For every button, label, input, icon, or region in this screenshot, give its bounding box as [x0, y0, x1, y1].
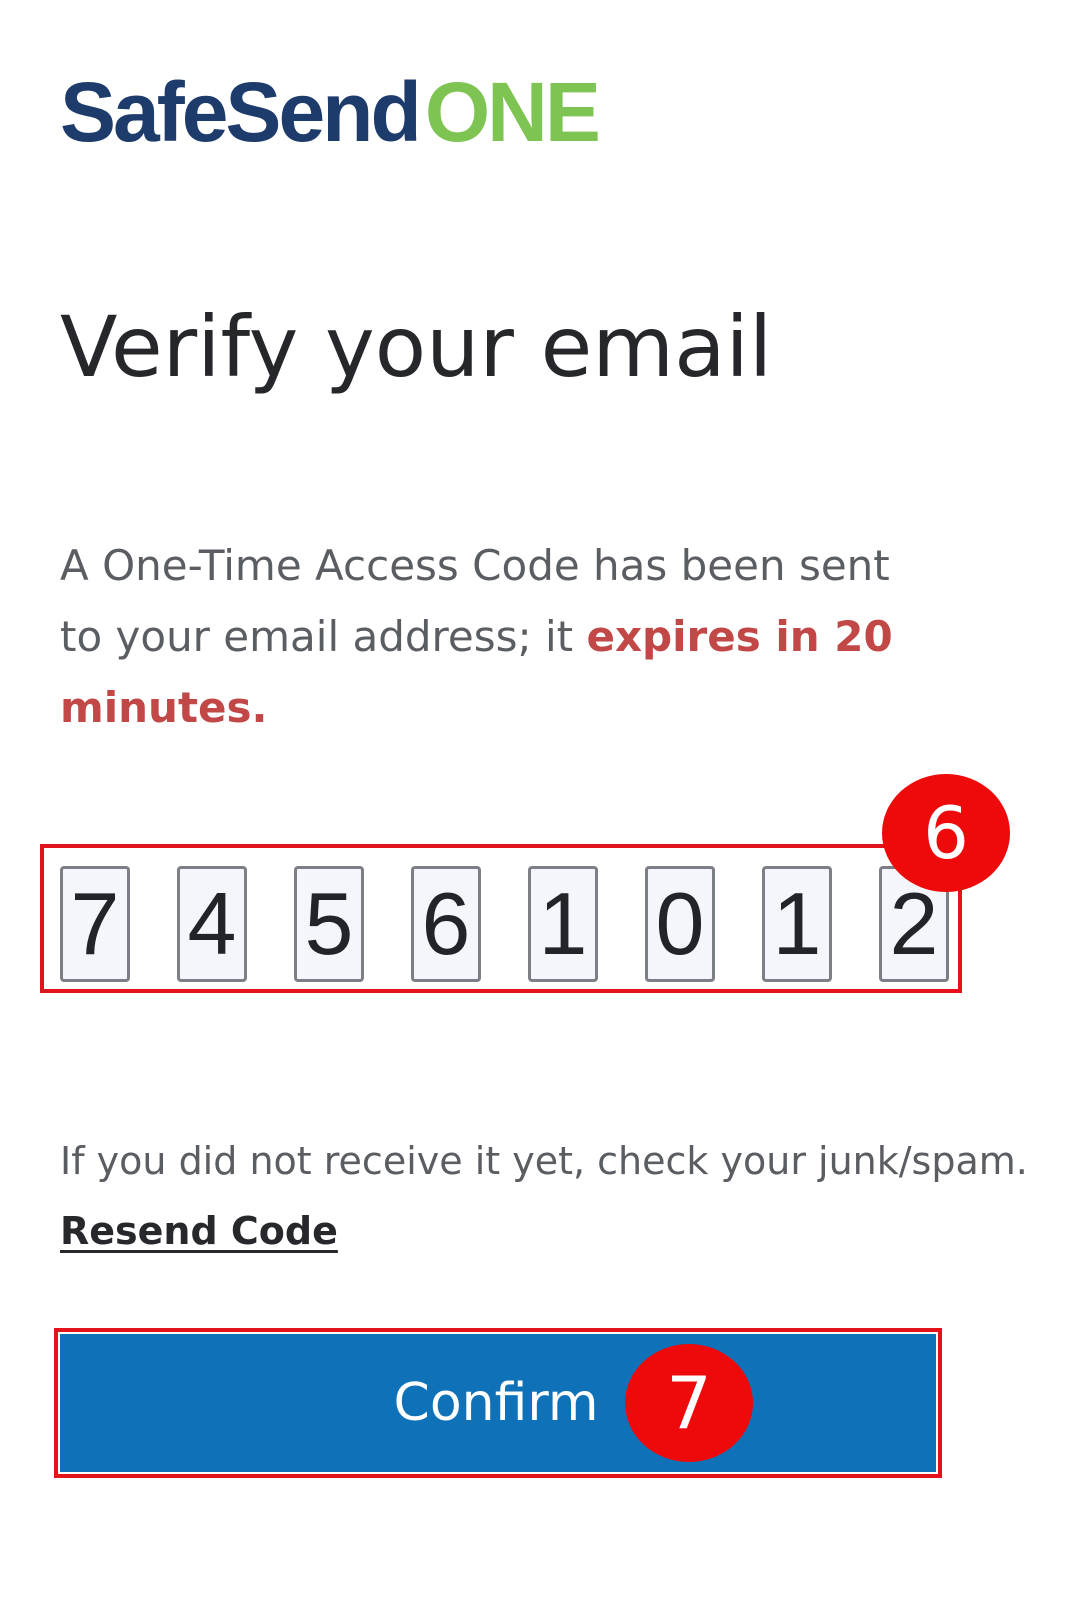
code-digit-5[interactable] — [528, 866, 598, 982]
code-digit-4[interactable] — [411, 866, 481, 982]
access-code-description: A One-Time Access Code has been sent to … — [60, 530, 910, 743]
confirm-button-label: Confirm — [393, 1373, 599, 1433]
page-title: Verify your email — [60, 298, 773, 396]
code-digit-2[interactable] — [177, 866, 247, 982]
step-7-badge: 7 — [625, 1344, 753, 1462]
logo-accent-text: ONE — [424, 65, 601, 159]
resend-code-link[interactable]: Resend Code — [60, 1203, 338, 1259]
logo-brand-text: SafeSend — [60, 65, 422, 159]
confirm-button[interactable]: Confirm — [60, 1334, 936, 1472]
junk-spam-hint: If you did not receive it yet, check you… — [60, 1139, 1028, 1183]
code-digit-6[interactable] — [645, 866, 715, 982]
safesend-one-logo: SafeSendONE — [60, 62, 601, 162]
code-digit-1[interactable] — [60, 866, 130, 982]
code-digit-3[interactable] — [294, 866, 364, 982]
code-digit-7[interactable] — [762, 866, 832, 982]
step-6-badge: 6 — [882, 774, 1010, 892]
